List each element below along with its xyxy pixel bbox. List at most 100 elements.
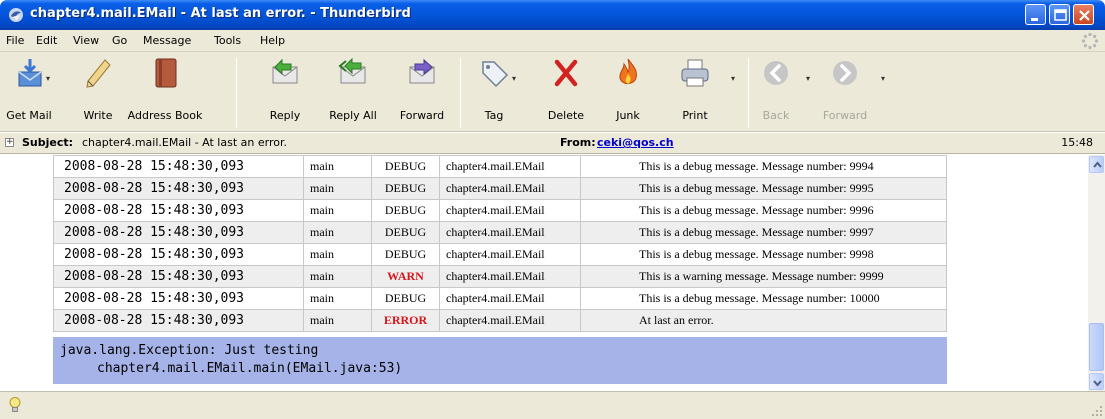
log-logger-cell: chapter4.mail.EMail [439,221,581,244]
back-label: Back [762,109,790,122]
log-date-cell: 2008-08-28 15:48:30,093 [53,155,304,178]
log-logger-cell: chapter4.mail.EMail [439,155,581,178]
print-label: Print [682,109,708,122]
minimize-button[interactable] [1025,4,1046,25]
address-book-label: Address Book [127,109,203,122]
log-row: 2008-08-28 15:48:30,093 main DEBUG chapter4… [53,221,947,244]
tag-button[interactable]: Tag [472,52,516,132]
activity-throbber-icon [1081,32,1099,50]
menu-tools[interactable]: Tools [214,34,241,47]
menu-file[interactable]: File [6,34,24,47]
log-logger-cell: chapter4.mail.EMail [439,199,581,222]
forward-arrow-icon [833,61,857,85]
address-book-icon [155,58,177,88]
maximize-button[interactable] [1049,4,1070,25]
exception-block: java.lang.Exception: Just testing chapte… [53,337,947,384]
scroll-up-button[interactable] [1089,156,1104,173]
write-label: Write [83,109,113,122]
get-mail-label: Get Mail [6,109,52,122]
delete-x-icon [554,59,578,87]
menu-help[interactable]: Help [260,34,285,47]
from-link[interactable]: ceki@qos.ch [597,136,674,149]
minimize-icon [1031,18,1038,21]
log-message-cell: This is a debug message. Message number:… [580,155,947,178]
reply-all-button[interactable]: Reply All [322,52,384,132]
get-mail-dropdown-icon[interactable]: ▾ [46,74,50,83]
forward-button[interactable]: Forward [392,52,452,132]
toolbar-separator [236,58,237,128]
exception-line: java.lang.Exception: Just testing [60,343,319,358]
menu-bar: File Edit View Go Message Tools Help [0,30,1105,52]
menu-go[interactable]: Go [112,34,127,47]
log-thread-cell: main [303,265,372,288]
log-message-cell: This is a warning message. Message numbe… [580,265,947,288]
log-logger-cell: chapter4.mail.EMail [439,243,581,266]
back-dropdown-icon[interactable]: ▾ [806,74,810,83]
menu-message[interactable]: Message [143,34,191,47]
log-level-cell: DEBUG [371,177,440,200]
tag-dropdown-icon[interactable]: ▾ [512,74,516,83]
log-thread-cell: main [303,221,372,244]
close-icon [1079,10,1090,21]
log-date-cell: 2008-08-28 15:48:30,093 [53,265,304,288]
close-button[interactable] [1073,4,1094,25]
subject-label: Subject: [22,136,74,149]
lightbulb-icon [9,397,21,412]
scroll-down-button[interactable] [1089,373,1104,390]
log-logger-cell: chapter4.mail.EMail [439,287,581,310]
back-button[interactable]: Back [756,52,796,132]
log-date-cell: 2008-08-28 15:48:30,093 [53,221,304,244]
message-time: 15:48 [1061,136,1093,149]
message-body: 2008-08-28 15:48:30,093 main DEBUG chapter4… [0,155,1088,391]
log-level-cell: ERROR [371,309,440,332]
log-thread-cell: main [303,287,372,310]
toolbar: Get Mail ▾ Write Address Book Reply Repl… [0,52,1105,132]
scroll-up-icon [1093,161,1102,168]
get-mail-icon [18,59,42,87]
address-book-button[interactable]: Address Book [125,52,205,132]
log-thread-cell: main [303,243,372,266]
vertical-scrollbar[interactable] [1088,155,1105,391]
get-mail-button[interactable]: Get Mail [0,52,58,132]
forward-nav-dropdown-icon[interactable]: ▾ [881,74,885,83]
forward-nav-label: Forward [822,109,868,122]
toolbar-separator [748,58,749,128]
reply-all-icon [338,57,366,84]
log-level-cell: DEBUG [371,155,440,178]
log-level-cell: DEBUG [371,221,440,244]
log-row: 2008-08-28 15:48:30,093 main DEBUG chapter4… [53,177,947,200]
title-bar[interactable]: chapter4.mail.EMail - At last an error. … [0,0,1105,30]
print-button[interactable]: Print [670,52,720,132]
delete-button[interactable]: Delete [538,52,594,132]
print-dropdown-icon[interactable]: ▾ [731,74,735,83]
menu-view[interactable]: View [73,34,99,47]
log-date-cell: 2008-08-28 15:48:30,093 [53,199,304,222]
reply-button[interactable]: Reply [260,52,310,132]
log-row: 2008-08-28 15:48:30,093 main WARN chapter4.… [53,265,947,288]
log-message-cell: This is a debug message. Message number:… [580,177,947,200]
resize-grip-icon[interactable] [1091,405,1103,417]
junk-label: Junk [616,109,640,122]
log-message-cell: This is a debug message. Message number:… [580,199,947,222]
expand-header-icon[interactable]: + [5,138,14,147]
forward-label: Forward [399,109,445,122]
log-date-cell: 2008-08-28 15:48:30,093 [53,309,304,332]
write-button[interactable]: Write [68,52,128,132]
junk-flame-icon [619,58,637,85]
log-row: 2008-08-28 15:48:30,093 main DEBUG chapter4… [53,155,947,178]
toolbar-separator [460,58,461,128]
log-level-cell: DEBUG [371,287,440,310]
log-table: 2008-08-28 15:48:30,093 main DEBUG chapter4… [53,155,947,332]
forward-icon [409,58,435,84]
log-thread-cell: main [303,199,372,222]
log-level-cell: DEBUG [371,199,440,222]
junk-button[interactable]: Junk [606,52,650,132]
log-row: 2008-08-28 15:48:30,093 main DEBUG chapter4… [53,243,947,266]
log-row: 2008-08-28 15:48:30,093 main DEBUG chapter4… [53,287,947,310]
log-thread-cell: main [303,155,372,178]
reply-icon [272,58,298,84]
menu-edit[interactable]: Edit [36,34,57,47]
maximize-icon [1054,9,1067,21]
scroll-thumb[interactable] [1089,323,1104,371]
forward-nav-button[interactable]: Forward [820,52,870,132]
